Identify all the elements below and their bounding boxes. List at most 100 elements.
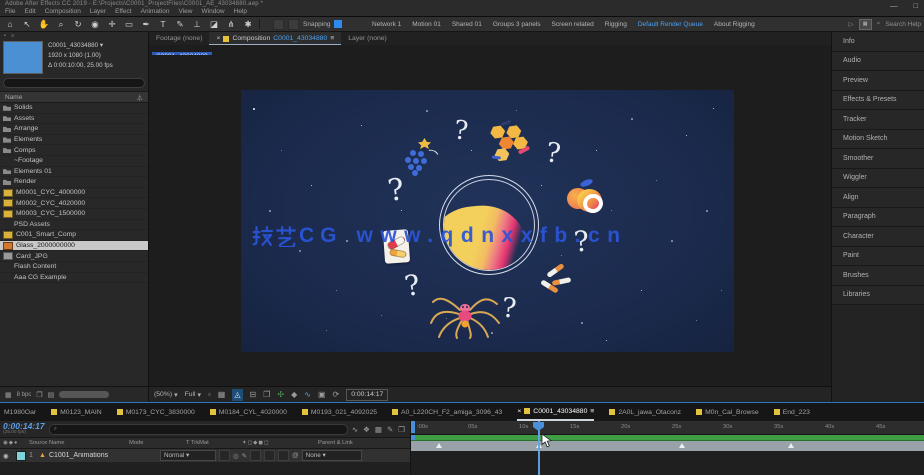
stroke-swatch-icon[interactable] — [288, 19, 299, 30]
close-icon[interactable]: × — [517, 408, 521, 415]
magnification-dropdown[interactable]: (50%)▾ — [154, 391, 178, 399]
composition-canvas[interactable]: CG www.qdnxxfb.cn ?????? — [241, 90, 734, 352]
workspace-tab-network-1[interactable]: Network 1 — [372, 21, 401, 28]
roto-brush-tool-icon[interactable]: ⋔ — [225, 18, 237, 31]
exposure-icon[interactable]: ◆ — [291, 389, 297, 401]
workspace-overflow-icon[interactable]: ▷ — [849, 20, 854, 28]
panel-tab-info[interactable]: Info — [832, 32, 924, 52]
brush-tool-icon[interactable]: ✎ — [174, 18, 186, 31]
tab-layer[interactable]: Layer (none) — [341, 32, 394, 45]
safe-zones-icon[interactable]: ▫ — [208, 389, 211, 401]
selection-tool-icon[interactable]: ↖ — [21, 18, 33, 31]
menu-item-effect[interactable]: Effect — [115, 8, 132, 15]
panel-menu-icon[interactable]: ≡ — [330, 35, 334, 42]
project-thumbnail[interactable] — [3, 41, 43, 74]
snapping-active-icon[interactable] — [334, 20, 342, 28]
panel-options-icon[interactable]: ≡ — [11, 33, 14, 39]
menu-item-composition[interactable]: Composition — [45, 8, 81, 15]
mask-visibility-icon[interactable]: ◬ — [232, 389, 242, 401]
new-comp-icon[interactable]: ▤ — [48, 391, 55, 399]
menu-item-help[interactable]: Help — [234, 8, 247, 15]
new-folder-icon[interactable]: ❒ — [36, 391, 42, 399]
parent-dropdown[interactable]: None ▾ — [302, 450, 362, 461]
workspace-tab-screen-related[interactable]: Screen related — [552, 21, 594, 28]
panel-tab-tracker[interactable]: Tracker — [832, 110, 924, 130]
pen-tool-icon[interactable]: ✒ — [140, 18, 152, 31]
workspace-tab-groups-3-panels[interactable]: Groups 3 panels — [493, 21, 541, 28]
keyframe-marker[interactable] — [436, 443, 442, 448]
menu-item-window[interactable]: Window — [202, 8, 225, 15]
workspace-tab-motion-01[interactable]: Motion 01 — [412, 21, 441, 28]
panel-tab-libraries[interactable]: Libraries — [832, 286, 924, 306]
snapshot-icon[interactable]: ❐ — [263, 389, 270, 401]
bit-depth-button[interactable]: 8 bpc — [17, 392, 32, 398]
viewer-timecode[interactable]: 0:00:14:17 — [346, 389, 388, 401]
project-item[interactable]: PSD Assets — [0, 220, 148, 231]
keyframe-marker[interactable] — [679, 443, 685, 448]
parent-pickwhip-icon[interactable]: @ — [292, 452, 299, 459]
panel-tab-preview[interactable]: Preview — [832, 71, 924, 91]
pixel-aspect-icon[interactable]: ∿ — [304, 389, 311, 401]
comp-tab[interactable]: M0n_Cal_Browse — [696, 404, 759, 420]
eye-icon[interactable]: ◉ — [3, 452, 13, 460]
workspace-tab-rigging[interactable]: Rigging — [605, 21, 627, 28]
fill-swatch-icon[interactable] — [273, 19, 284, 30]
project-item[interactable]: Elements — [0, 135, 148, 146]
comp-tab[interactable]: M0123_MAIN — [51, 404, 102, 420]
comp-tab[interactable]: End_223 — [774, 404, 810, 420]
name-column-label[interactable]: Name — [5, 94, 22, 101]
grid-icon[interactable]: ▦ — [218, 389, 226, 401]
tab-footage[interactable]: Footage (none) — [149, 32, 209, 45]
panel-tab-align[interactable]: Align — [832, 188, 924, 208]
menu-item-edit[interactable]: Edit — [24, 8, 35, 15]
graph-editor-icon[interactable]: ❒ — [398, 425, 405, 434]
shape-tool-icon[interactable]: ▭ — [123, 18, 135, 31]
trkmat-column[interactable]: T TrkMat — [186, 440, 242, 446]
comp-tab[interactable]: M0173_CYC_3830000 — [117, 404, 195, 420]
composition-mini-flowchart-icon[interactable]: ∿ — [352, 425, 358, 434]
workspace-tab-about-rigging[interactable]: About Rigging — [714, 21, 755, 28]
project-item[interactable]: ~Footage — [0, 156, 148, 167]
workspace-tab-shared-01[interactable]: Shared 01 — [452, 21, 482, 28]
minimize-button[interactable]: — — [890, 1, 898, 10]
panel-tab-character[interactable]: Character — [832, 227, 924, 247]
rotation-tool-icon[interactable]: ↻ — [72, 18, 84, 31]
project-item[interactable]: M0002_CYC_4020000 — [0, 198, 148, 209]
flowchart-icon[interactable]: ⏃ — [137, 92, 144, 102]
timeline-search-input[interactable]: ⌕ — [49, 424, 348, 435]
workspace-grid-icon[interactable]: ▦ — [859, 19, 872, 30]
maximize-button[interactable]: □ — [913, 1, 918, 10]
panel-tab-effects-presets[interactable]: Effects & Presets — [832, 91, 924, 111]
comp-tab[interactable]: M1980Oar — [4, 404, 36, 420]
comp-tab-active[interactable]: ×C0001_43034880≡ — [517, 403, 594, 421]
panel-tab-audio[interactable]: Audio — [832, 52, 924, 72]
timeline-layer-row[interactable]: ◉ 1 ▲ C1001_Animations Normal ▾ ◎ ✎ @ No… — [0, 449, 410, 462]
enable-motion-blur-icon[interactable]: ✎ — [387, 425, 393, 434]
project-item[interactable]: Arrange — [0, 124, 148, 135]
panel-tab-paint[interactable]: Paint — [832, 247, 924, 267]
pan-behind-tool-icon[interactable]: ✛ — [106, 18, 118, 31]
workspace-tab-default-render-queue[interactable]: Default Render Queue — [638, 21, 703, 28]
time-ruler[interactable]: :00s05s10s15s20s25s30s35s40s45s — [411, 421, 924, 435]
menu-item-view[interactable]: View — [179, 8, 193, 15]
switch-cell[interactable] — [250, 450, 261, 461]
layer-color-label[interactable] — [16, 451, 26, 461]
project-item[interactable]: Comps — [0, 145, 148, 156]
comp-tab[interactable]: M0184_CYL_4020000 — [210, 404, 287, 420]
hide-shy-layers-icon[interactable]: ▦ — [375, 425, 382, 434]
comp-tab[interactable]: M0193_021_4092025 — [302, 404, 377, 420]
refresh-icon[interactable]: ⟳ — [333, 389, 340, 401]
project-item[interactable]: M0001_CYC_4000000 — [0, 188, 148, 199]
eraser-tool-icon[interactable]: ◪ — [208, 18, 220, 31]
project-item[interactable]: Aaa CG Example — [0, 273, 148, 284]
project-item[interactable]: Assets — [0, 114, 148, 125]
keyframe-marker[interactable] — [788, 443, 794, 448]
effects-icon[interactable]: ✎ — [242, 452, 247, 460]
project-item[interactable]: Elements 01 — [0, 167, 148, 178]
panel-menu-icon[interactable]: ≡ — [590, 408, 594, 415]
tab-composition[interactable]: × Composition C0001_43034880 ≡ — [209, 32, 341, 45]
project-search-input[interactable] — [3, 78, 145, 88]
menu-item-layer[interactable]: Layer — [90, 8, 106, 15]
project-item[interactable]: Flash Content — [0, 262, 148, 273]
menu-item-animation[interactable]: Animation — [141, 8, 170, 15]
